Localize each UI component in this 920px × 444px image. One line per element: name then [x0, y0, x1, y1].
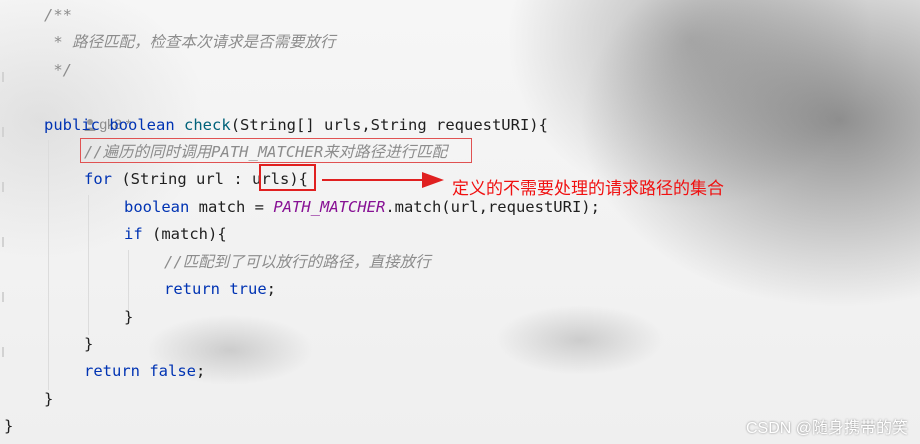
method-params: (String[] urls,String requestURI){	[230, 116, 548, 134]
keyword-true: true	[229, 280, 267, 298]
code-line-10-comment: //匹配到了可以放行的路径，直接放行	[164, 253, 431, 271]
arrow-right-icon	[322, 172, 444, 188]
code-line-2: * 路径匹配，检查本次请求是否需要放行	[44, 33, 336, 51]
if-condition: (match){	[142, 225, 227, 243]
code-line-1: /**	[44, 6, 72, 24]
code-line-11: return true;	[164, 276, 276, 303]
code-line-3: */	[44, 61, 72, 79]
code-line-16: }	[4, 417, 14, 435]
code-line-9: if (match){	[124, 221, 227, 248]
gutter-fold-mark	[2, 182, 4, 192]
indent-guide	[48, 140, 49, 390]
keyword-if: if	[124, 225, 143, 243]
gutter-fold-mark	[2, 72, 4, 82]
for-head-a: (String url :	[112, 170, 252, 188]
keyword-boolean: boolean	[124, 198, 190, 216]
watermark: CSDN @随身携带的笑	[745, 420, 908, 437]
code-line-14: return false;	[84, 358, 205, 385]
match-assign: match =	[189, 198, 274, 216]
gutter-fold-mark	[2, 292, 4, 302]
method-name-check: check	[184, 116, 231, 134]
code-editor[interactable]: /** * 路径匹配，检查本次请求是否需要放行 */ gk8 * public …	[0, 0, 920, 444]
indent-guide	[88, 195, 89, 335]
gutter-fold-mark	[2, 237, 4, 247]
indent-guide	[128, 250, 129, 310]
code-line-15: }	[44, 390, 54, 408]
semicolon: ;	[266, 280, 277, 298]
gutter-fold-mark	[2, 127, 4, 137]
author-hint[interactable]: gk8 *	[47, 84, 131, 132]
keyword-for: for	[84, 170, 112, 188]
comment-highlight-box	[80, 138, 472, 163]
match-call: .match(url,requestURI);	[385, 198, 600, 216]
keyword-return: return	[84, 362, 140, 380]
code-line-13: }	[84, 335, 94, 353]
gutter-fold-mark	[2, 347, 4, 357]
keyword-return: return	[164, 280, 220, 298]
semicolon: ;	[196, 362, 206, 380]
keyword-public: public	[44, 116, 100, 134]
code-line-12: }	[124, 308, 134, 326]
keyword-boolean: boolean	[109, 116, 175, 134]
urls-highlight-box	[259, 164, 316, 191]
code-line-5: public boolean check(String[] urls,Strin…	[44, 112, 548, 139]
keyword-false: false	[149, 362, 197, 380]
constant-path-matcher: PATH_MATCHER	[273, 198, 386, 216]
annotation-label: 定义的不需要处理的请求路径的集合	[452, 179, 724, 198]
